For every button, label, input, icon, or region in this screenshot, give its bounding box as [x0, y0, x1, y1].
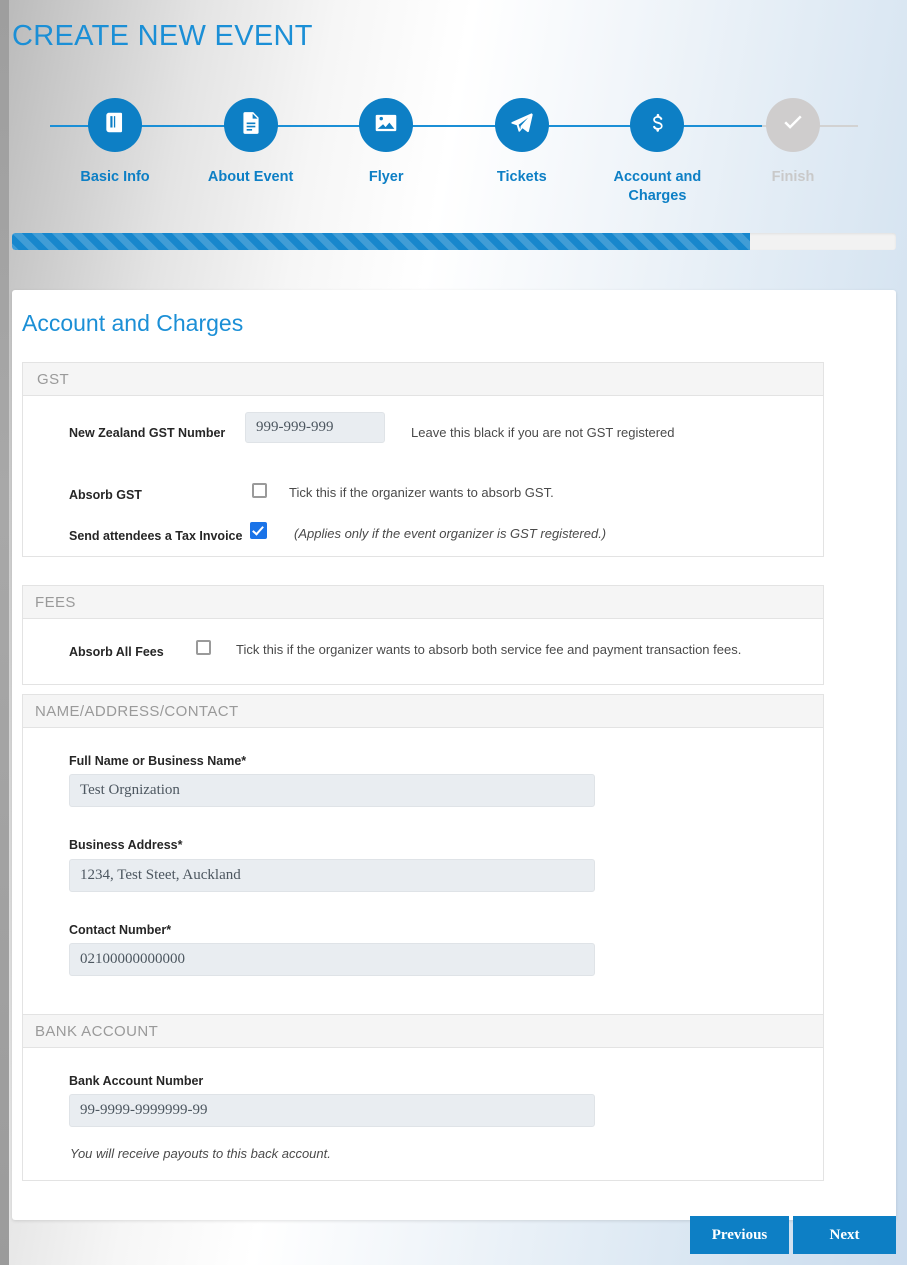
document-icon: [238, 110, 264, 141]
gst-number-hint: Leave this black if you are not GST regi…: [411, 425, 675, 440]
gst-number-input[interactable]: 999-999-999: [245, 412, 385, 443]
gst-number-label: New Zealand GST Number: [69, 426, 225, 440]
business-address-input[interactable]: 1234, Test Steet, Auckland: [69, 859, 595, 892]
gst-section-header: GST: [23, 363, 823, 396]
gst-panel: GST New Zealand GST Number 999-999-999 L…: [22, 362, 824, 557]
name-address-contact-panel: NAME/ADDRESS/CONTACT Full Name or Busine…: [22, 694, 824, 1015]
absorb-all-fees-hint: Tick this if the organizer wants to abso…: [236, 642, 741, 657]
fees-panel: FEES Absorb All Fees Tick this if the or…: [22, 585, 824, 685]
step-label-basic-info: Basic Info: [50, 168, 180, 187]
image-icon: [373, 110, 399, 141]
fees-section-header: FEES: [23, 586, 823, 619]
wizard-nav-buttons: Previous Next: [690, 1216, 896, 1254]
step-label-account-and-charges: Account and Charges: [592, 168, 722, 206]
step-about-event[interactable]: About Event: [186, 98, 316, 206]
absorb-all-fees-label: Absorb All Fees: [69, 645, 164, 659]
gst-number-input-text: 999-999-999: [256, 419, 334, 435]
bank-account-panel: BANK ACCOUNT Bank Account Number 99-9999…: [22, 1014, 824, 1181]
tax-invoice-label: Send attendees a Tax Invoice: [69, 529, 242, 543]
step-circle-finish[interactable]: [766, 98, 820, 152]
payout-note: You will receive payouts to this back ac…: [70, 1146, 331, 1161]
step-basic-info[interactable]: Basic Info: [50, 98, 180, 206]
card-title: Account and Charges: [22, 310, 243, 337]
step-circle-tickets[interactable]: [495, 98, 549, 152]
full-name-label: Full Name or Business Name*: [69, 754, 246, 768]
step-label-finish: Finish: [728, 168, 858, 187]
page-title: CREATE NEW EVENT: [12, 20, 313, 53]
business-address-input-text: 1234, Test Steet, Auckland: [80, 867, 241, 883]
step-flyer[interactable]: Flyer: [321, 98, 451, 206]
step-circle-account-and-charges[interactable]: [630, 98, 684, 152]
wizard-progress-fill: [12, 233, 750, 250]
dollar-icon: [644, 110, 670, 141]
absorb-gst-checkbox[interactable]: [252, 483, 267, 498]
account-and-charges-card: Account and Charges GST New Zealand GST …: [12, 290, 896, 1220]
step-tickets[interactable]: Tickets: [457, 98, 587, 206]
full-name-input[interactable]: Test Orgnization: [69, 774, 595, 807]
next-button[interactable]: Next: [793, 1216, 896, 1254]
step-label-flyer: Flyer: [321, 168, 451, 187]
contact-number-label: Contact Number*: [69, 923, 171, 937]
tax-invoice-checkbox[interactable]: [250, 522, 267, 539]
bank-account-number-label: Bank Account Number: [69, 1074, 203, 1088]
tax-invoice-hint: (Applies only if the event organizer is …: [294, 526, 606, 541]
absorb-all-fees-checkbox[interactable]: [196, 640, 211, 655]
step-label-about-event: About Event: [186, 168, 316, 187]
step-account-and-charges[interactable]: Account and Charges: [592, 98, 722, 206]
contact-number-input[interactable]: 02100000000000: [69, 943, 595, 976]
contact-number-input-text: 02100000000000: [80, 951, 185, 967]
check-icon: [780, 110, 806, 141]
step-circle-flyer[interactable]: [359, 98, 413, 152]
absorb-gst-hint: Tick this if the organizer wants to abso…: [289, 485, 554, 500]
step-circle-about-event[interactable]: [224, 98, 278, 152]
wizard-progress-bar: [12, 233, 896, 250]
previous-button[interactable]: Previous: [690, 1216, 789, 1254]
business-address-label: Business Address*: [69, 838, 182, 852]
bank-section-header: BANK ACCOUNT: [23, 1015, 823, 1048]
bank-account-number-input[interactable]: 99-9999-9999999-99: [69, 1094, 595, 1127]
step-label-tickets: Tickets: [457, 168, 587, 187]
absorb-gst-label: Absorb GST: [69, 488, 142, 502]
left-edge-strip: [0, 0, 9, 1265]
wizard-stepper: Basic Info About Event Flyer: [50, 98, 858, 198]
bank-account-number-input-text: 99-9999-9999999-99: [80, 1102, 208, 1118]
step-circle-basic-info[interactable]: [88, 98, 142, 152]
book-icon: [102, 110, 128, 141]
paper-plane-icon: [509, 110, 535, 141]
contact-section-header: NAME/ADDRESS/CONTACT: [23, 695, 823, 728]
full-name-input-text: Test Orgnization: [80, 782, 180, 798]
step-finish[interactable]: Finish: [728, 98, 858, 206]
